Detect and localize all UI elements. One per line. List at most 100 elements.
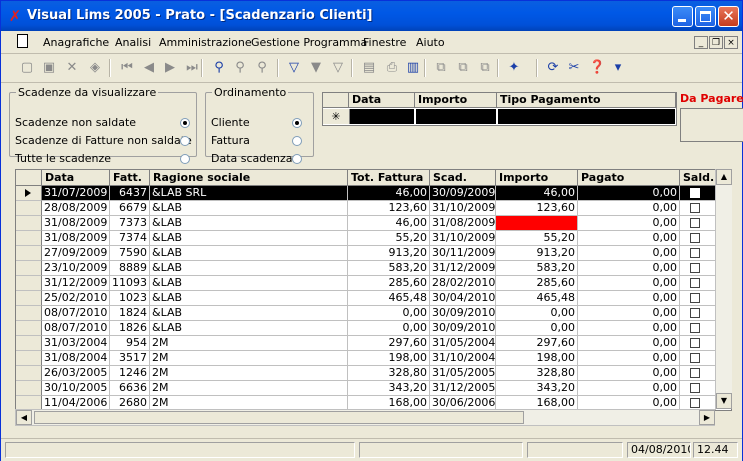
row-selector[interactable] xyxy=(16,336,42,351)
cell-pagato[interactable]: 0,00 xyxy=(578,261,680,276)
cell-fatt[interactable]: 3517 xyxy=(110,351,150,366)
cell-fatt[interactable]: 7374 xyxy=(110,231,150,246)
saldato-checkbox[interactable] xyxy=(690,203,700,213)
cell-data[interactable]: 31/03/2004 xyxy=(42,336,110,351)
cell-ragione[interactable]: &LAB xyxy=(150,231,348,246)
saldato-cell[interactable] xyxy=(680,276,716,291)
cell-ragione[interactable]: &LAB xyxy=(150,201,348,216)
cell-importo[interactable]: 465,48 xyxy=(496,291,578,306)
mdi-close-button[interactable]: × xyxy=(724,36,738,49)
copy-icon[interactable]: ⧉ xyxy=(433,60,449,76)
table-row[interactable]: 31/07/2009 6437 &LAB SRL 46,00 30/09/2009 46,… xyxy=(16,186,716,201)
cell-scad[interactable]: 31/05/2004 xyxy=(430,336,496,351)
saldato-checkbox[interactable] xyxy=(690,383,700,393)
cell-scad[interactable]: 31/12/2005 xyxy=(430,381,496,396)
print-icon[interactable]: ⎙ xyxy=(384,60,400,76)
saldato-checkbox[interactable] xyxy=(690,323,700,333)
cell-scad[interactable]: 30/09/2010 xyxy=(430,306,496,321)
ordinamento-fattura-radio[interactable] xyxy=(292,136,302,146)
scroll-right-icon[interactable]: ▶ xyxy=(699,410,715,425)
scroll-left-icon[interactable]: ◀ xyxy=(16,410,32,425)
cell-fatt[interactable]: 1246 xyxy=(110,366,150,381)
paste-icon[interactable]: ⧉ xyxy=(455,60,471,76)
horizontal-scroll-thumb[interactable] xyxy=(34,411,524,424)
preview-icon[interactable]: ▤ xyxy=(361,60,377,76)
header-ragione-sociale[interactable]: Ragione sociale xyxy=(150,170,348,186)
mdi-minimize-button[interactable]: _ xyxy=(694,36,708,49)
payments-grid[interactable]: Data Importo Tipo Pagamento ✳ xyxy=(322,92,677,126)
row-selector[interactable] xyxy=(16,366,42,381)
header-tot-fattura[interactable]: Tot. Fattura xyxy=(348,170,430,186)
payments-header-data[interactable]: Data xyxy=(349,93,415,108)
row-selector[interactable] xyxy=(16,276,42,291)
cell-scad[interactable]: 31/10/2009 xyxy=(430,201,496,216)
saldato-cell[interactable] xyxy=(680,306,716,321)
cell-pagato[interactable]: 0,00 xyxy=(578,216,680,231)
cell-fatt[interactable]: 6437 xyxy=(110,186,150,201)
payments-header-tipo[interactable]: Tipo Pagamento xyxy=(497,93,676,108)
saldato-cell[interactable] xyxy=(680,261,716,276)
cell-scad[interactable]: 30/11/2009 xyxy=(430,246,496,261)
table-row[interactable]: 08/07/2010 1824 &LAB 0,00 30/09/2010 0,00 0,00 xyxy=(16,306,716,321)
saldato-cell[interactable] xyxy=(680,246,716,261)
ordinamento-option-label[interactable]: Data scadenza xyxy=(211,152,293,165)
minimize-button[interactable] xyxy=(672,6,693,27)
horizontal-scrollbar[interactable]: ◀ ▶ xyxy=(15,409,715,426)
cell-tot[interactable]: 55,20 xyxy=(348,231,430,246)
find-next-icon[interactable]: ⚲ xyxy=(232,60,248,76)
row-selector[interactable] xyxy=(16,246,42,261)
cell-data[interactable]: 31/08/2009 xyxy=(42,231,110,246)
header-pagato[interactable]: Pagato xyxy=(578,170,680,186)
cell-ragione[interactable]: &LAB SRL xyxy=(150,186,348,201)
cell-ragione[interactable]: &LAB xyxy=(150,261,348,276)
vertical-scrollbar[interactable]: ▲ ▼ xyxy=(715,169,732,409)
cell-fatt[interactable]: 1023 xyxy=(110,291,150,306)
cell-ragione[interactable]: 2M xyxy=(150,381,348,396)
cell-tot[interactable]: 297,60 xyxy=(348,336,430,351)
saldato-checkbox[interactable] xyxy=(690,293,700,303)
cell-pagato[interactable]: 0,00 xyxy=(578,336,680,351)
header-saldato[interactable]: Sald. xyxy=(680,170,716,186)
cell-tot[interactable]: 328,80 xyxy=(348,366,430,381)
cell-importo[interactable]: 46,00 xyxy=(496,186,578,201)
saldato-checkbox[interactable] xyxy=(690,233,700,243)
cell-pagato[interactable]: 0,00 xyxy=(578,276,680,291)
cell-pagato[interactable]: 0,00 xyxy=(578,186,680,201)
cell-pagato[interactable]: 0,00 xyxy=(578,291,680,306)
cell-importo[interactable]: 328,80 xyxy=(496,366,578,381)
cell-data[interactable]: 23/10/2009 xyxy=(42,261,110,276)
dropdown-icon[interactable]: ▾ xyxy=(610,60,626,76)
previous-record-icon[interactable]: ◀ xyxy=(141,60,157,76)
row-selector[interactable] xyxy=(16,201,42,216)
cell-data[interactable]: 25/02/2010 xyxy=(42,291,110,306)
payments-new-importo-cell[interactable] xyxy=(416,109,496,124)
cell-pagato[interactable]: 0,00 xyxy=(578,201,680,216)
row-selector[interactable] xyxy=(16,381,42,396)
saldato-checkbox[interactable] xyxy=(690,353,700,363)
saldato-cell[interactable] xyxy=(680,351,716,366)
menu-amministrazione[interactable]: Amministrazione xyxy=(159,36,252,49)
cell-data[interactable]: 27/09/2009 xyxy=(42,246,110,261)
cell-pagato[interactable]: 0,00 xyxy=(578,366,680,381)
cell-ragione[interactable]: 2M xyxy=(150,336,348,351)
cancel-icon[interactable]: ◈ xyxy=(87,60,103,76)
cell-fatt[interactable]: 7373 xyxy=(110,216,150,231)
saldato-checkbox[interactable] xyxy=(690,368,700,378)
table-row[interactable]: 23/10/2009 8889 &LAB 583,20 31/12/2009 583,20… xyxy=(16,261,716,276)
header-data[interactable]: Data xyxy=(42,170,110,186)
cell-tot[interactable]: 46,00 xyxy=(348,216,430,231)
cell-ragione[interactable]: &LAB xyxy=(150,276,348,291)
header-importo[interactable]: Importo xyxy=(496,170,578,186)
delete-icon[interactable]: ✕ xyxy=(64,60,80,76)
cell-importo[interactable]: 0,00 xyxy=(496,306,578,321)
scadenze-option-label[interactable]: Scadenze di Fatture non saldate xyxy=(15,134,192,147)
cell-tot[interactable]: 0,00 xyxy=(348,321,430,336)
cell-data[interactable]: 08/07/2010 xyxy=(42,306,110,321)
cell-scad[interactable]: 30/09/2009 xyxy=(430,186,496,201)
menu-anagrafiche[interactable]: Anagrafiche xyxy=(43,36,109,49)
cell-ragione[interactable]: &LAB xyxy=(150,246,348,261)
cell-tot[interactable]: 0,00 xyxy=(348,306,430,321)
header-scad[interactable]: Scad. xyxy=(430,170,496,186)
cell-importo[interactable]: 913,20 xyxy=(496,246,578,261)
cell-data[interactable]: 30/10/2005 xyxy=(42,381,110,396)
